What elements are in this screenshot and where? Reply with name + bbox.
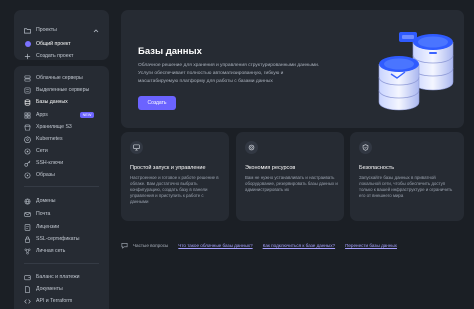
network-icon	[24, 148, 31, 155]
sidebar-item-s3-storage[interactable]: Хранилище S3	[24, 122, 103, 132]
sidebar-item-label: Базы данных	[36, 99, 68, 105]
sidebar-item-ssl-certificates[interactable]: SSL-сертификаты	[24, 234, 103, 244]
hero-description-line: Облачное решение для хранения и управлен…	[138, 63, 320, 68]
sidebar-divider	[24, 263, 99, 264]
sidebar-item-images[interactable]: Образы	[24, 170, 103, 180]
sidebar-item-private-network[interactable]: Личная сеть	[24, 246, 103, 256]
sidebar-item-domains[interactable]: Домены	[24, 196, 103, 206]
feature-card-resource-savings: Экономия ресурсов Вам не нужно устанавли…	[236, 132, 344, 221]
database-illustration	[378, 32, 454, 111]
feature-title: Экономия ресурсов	[245, 165, 296, 171]
project-item-label: Общий проект	[36, 41, 71, 47]
sidebar-item-label: Kubernetes	[36, 136, 63, 142]
create-project-label: Создать проект	[36, 53, 74, 59]
key-icon	[24, 160, 31, 167]
sidebar-item-label: Сети	[36, 148, 48, 154]
page-title: Базы данных	[138, 46, 202, 57]
savings-icon	[245, 141, 258, 154]
sidebar-item-label: Документы	[36, 286, 63, 292]
faq-label: Частые вопросы	[133, 242, 169, 248]
certificate-icon	[24, 236, 31, 243]
apps-icon	[24, 112, 31, 119]
sidebar-item-apps[interactable]: Apps NEW	[24, 110, 103, 120]
sidebar-item-label: SSH-ключи	[36, 160, 64, 166]
license-icon	[24, 223, 31, 231]
sidebar-item-billing[interactable]: Баланс и платежи	[24, 272, 103, 282]
sidebar-item-label: Баланс и платежи	[36, 274, 80, 280]
hero-description-line: Услуги обеспечивает полностью автоматизи…	[138, 71, 284, 76]
sidebar-item-kubernetes[interactable]: Kubernetes	[24, 134, 103, 144]
private-network-icon	[24, 248, 31, 255]
faq-bar: Частые вопросы Что такое облачные базы д…	[121, 240, 397, 250]
faq-link[interactable]: Что такое облачные базы данных?	[178, 243, 252, 248]
feature-description: Настроенное и готовое к работе решение в…	[130, 175, 219, 204]
project-avatar	[24, 41, 31, 47]
new-badge: NEW	[80, 111, 94, 118]
storage-icon	[24, 124, 31, 131]
sidebar-item-label: Apps	[36, 112, 48, 118]
sidebar-item-ssh-keys[interactable]: SSH-ключи	[24, 158, 103, 168]
plus-icon	[24, 53, 31, 60]
projects-header[interactable]: Проекты	[24, 25, 103, 35]
sidebar-item-documents[interactable]: Документы	[24, 284, 103, 294]
database-icon	[24, 98, 31, 106]
sidebar-item-label: API и Terraform	[36, 298, 73, 304]
project-item-general[interactable]: Общий проект	[24, 39, 103, 49]
sidebar-item-label: Лицензии	[36, 224, 60, 230]
hero-panel: Базы данных Облачное решение для хранени…	[121, 10, 464, 128]
kubernetes-icon	[24, 135, 31, 143]
chat-icon	[121, 242, 128, 249]
sidebar-item-label: Домены	[36, 198, 56, 204]
sidebar-item-label: Хранилище S3	[36, 124, 72, 130]
monitor-icon	[130, 141, 143, 154]
sidebar-item-dedicated-servers[interactable]: Выделенные серверы	[24, 85, 103, 95]
wallet-icon	[24, 274, 31, 281]
sidebar-item-networks[interactable]: Сети	[24, 146, 103, 156]
faq-link[interactable]: Как подключиться к базе данных?	[263, 243, 335, 248]
feature-description: Запускайте базы данных в приватной локал…	[359, 175, 453, 198]
sidebar-item-label: SSL-сертификаты	[36, 236, 80, 242]
mail-icon	[24, 211, 31, 218]
feature-card-security: Безопасность Запускайте базы данных в пр…	[350, 132, 464, 221]
shield-icon	[359, 141, 372, 154]
chevron-up-icon[interactable]	[93, 28, 99, 34]
api-icon	[24, 298, 31, 305]
sidebar-item-databases[interactable]: Базы данных	[24, 97, 103, 107]
faq-link[interactable]: Перенести базы данных	[345, 243, 397, 248]
sidebar-divider	[24, 186, 99, 187]
projects-panel: Проекты Общий проект Создать проект	[14, 10, 109, 60]
documents-icon	[24, 285, 31, 293]
sidebar-item-label: Выделенные серверы	[36, 87, 90, 93]
projects-header-label: Проекты	[36, 27, 57, 33]
server-icon	[24, 75, 31, 82]
create-database-button[interactable]: Создать	[138, 96, 176, 110]
dedicated-server-icon	[24, 87, 31, 94]
globe-icon	[24, 198, 31, 205]
image-icon	[24, 172, 31, 179]
sidebar-item-label: Образы	[36, 172, 55, 178]
sidebar-item-licenses[interactable]: Лицензии	[24, 222, 103, 232]
sidebar-item-mail[interactable]: Почта	[24, 209, 103, 219]
hero-description-line: масштабируемую платформу для работы с ба…	[138, 79, 273, 84]
sidebar-nav: Облачные серверы Выделенные серверы Базы…	[14, 66, 109, 309]
feature-card-easy-launch: Простой запуск и управление Настроенное …	[121, 132, 229, 221]
folder-icon	[24, 27, 31, 34]
sidebar-item-label: Почта	[36, 211, 51, 217]
sidebar-item-api-terraform[interactable]: API и Terraform	[24, 296, 103, 306]
sidebar-item-label: Личная сеть	[36, 248, 66, 254]
feature-description: Вам не нужно устанавливать и настраивать…	[245, 175, 338, 192]
create-project-button[interactable]: Создать проект	[24, 51, 103, 61]
sidebar-item-cloud-servers[interactable]: Облачные серверы	[24, 73, 103, 83]
sidebar-item-label: Облачные серверы	[36, 75, 83, 81]
feature-title: Безопасность	[359, 165, 395, 171]
feature-title: Простой запуск и управление	[130, 165, 206, 171]
